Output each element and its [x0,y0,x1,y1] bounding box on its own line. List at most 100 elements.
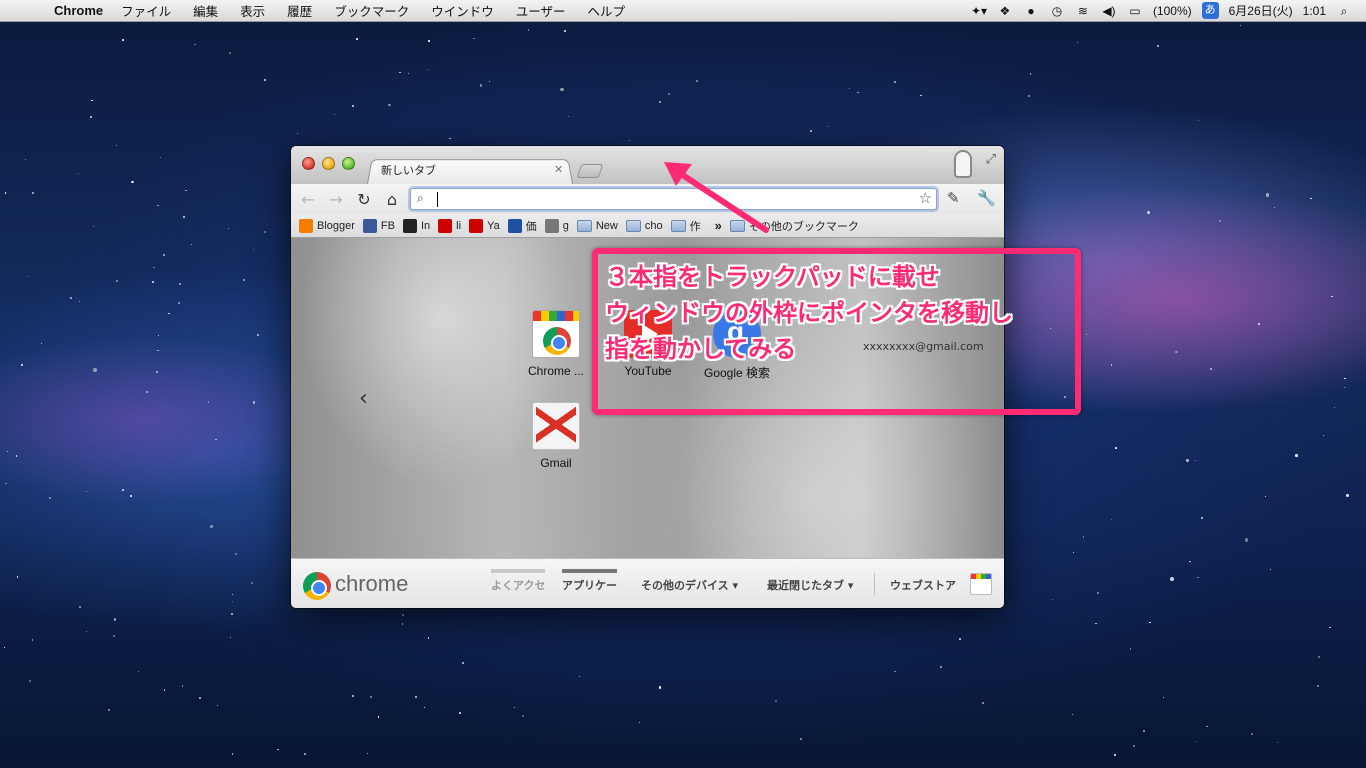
wrench-menu-icon[interactable]: 🔧 [977,189,996,207]
evernote-icon[interactable]: ● [1023,4,1039,18]
star [402,613,405,616]
kakaku-icon [507,218,522,233]
star [113,618,116,621]
fullscreen-icon[interactable]: ⤢ [986,152,996,167]
star [234,553,237,556]
star [695,80,698,82]
close-window-button[interactable] [302,157,315,170]
footer-tab-most-visited[interactable]: よくアクセ [491,569,546,593]
star [77,172,80,174]
menu-edit[interactable]: 編集 [193,1,218,20]
star [179,283,182,286]
star [1346,494,1350,498]
menu-help[interactable]: ヘルプ [587,1,625,20]
star [894,80,897,83]
previous-page-arrow-icon[interactable]: ‹ [359,386,368,411]
app-chrome-web-store[interactable]: Chrome ... [511,310,601,378]
dropbox-icon[interactable]: ❖ [997,4,1013,18]
star [4,192,7,194]
menu-history[interactable]: 履歴 [287,1,312,20]
bookmark-item[interactable]: Ya [469,218,500,233]
bookmark-star-icon[interactable]: ☆ [919,189,932,207]
footer-divider [874,573,875,595]
battery-icon[interactable]: ▭ [1127,4,1143,18]
star [1157,45,1160,48]
star [137,670,139,672]
star [157,349,159,352]
globe-icon [544,218,559,233]
tools-status-icon[interactable]: ✦▾ [971,4,987,18]
back-button[interactable]: ← [297,190,319,209]
menu-window[interactable]: ウインドウ [431,1,494,20]
bookmark-item[interactable]: Blogger [299,218,355,233]
star [848,87,850,89]
bookmark-item[interactable]: 価 [507,218,537,234]
zoom-window-button[interactable] [342,157,355,170]
star [638,721,641,724]
ntp-footer: chrome よくアクセ アプリケー その他のデバイス ▾ 最近閉じたタブ ▾ … [291,558,1004,608]
volume-icon[interactable]: ◀) [1101,4,1117,18]
search-icon: ⌕ [417,191,424,205]
star [459,712,462,715]
app-label: Chrome ... [527,364,584,378]
footer-web-store-link[interactable]: ウェブストア [890,577,956,593]
star [1170,577,1174,581]
battery-percent[interactable]: (100%) [1153,4,1192,18]
home-button[interactable]: ⌂ [381,190,403,209]
menu-file[interactable]: ファイル [121,1,171,20]
star [473,37,476,40]
star [26,275,28,277]
input-method-icon[interactable]: あ [1201,2,1219,19]
star [1095,623,1097,625]
star [231,613,234,615]
menu-view[interactable]: 表示 [240,1,265,20]
star [1239,24,1242,26]
clock-time[interactable]: 1:01 [1303,4,1326,18]
star [251,582,254,585]
menu-user[interactable]: ユーザー [516,1,566,20]
minimize-window-button[interactable] [322,157,335,170]
star [31,191,34,194]
wifi-icon[interactable]: ≋ [1075,4,1091,18]
tab-close-icon[interactable]: ✕ [554,163,563,176]
app-gmail[interactable]: Gmail [511,402,601,470]
star [1316,685,1319,688]
reload-button[interactable]: ↻ [353,190,375,209]
star [263,78,266,81]
star [91,99,93,102]
bookmark-item[interactable]: li [438,218,461,233]
star [183,216,186,218]
extension-icon[interactable]: ✎ [947,189,960,207]
annotation-arrow [664,162,769,233]
bookmark-item[interactable]: In [402,218,430,233]
star [1082,536,1085,539]
star [1114,754,1116,756]
star [352,695,354,697]
footer-tab-apps[interactable]: アプリケー [562,569,617,593]
web-store-icon[interactable] [970,573,992,595]
clock-date[interactable]: 6月26日(火) [1229,2,1293,19]
bookmark-label: 価 [525,220,537,233]
star [21,364,24,367]
spotlight-search-icon[interactable]: ⌕ [1336,4,1352,18]
star [1162,696,1164,698]
footer-recently-closed[interactable]: 最近閉じたタブ ▾ [767,577,853,593]
star [401,623,404,626]
star [427,637,430,639]
star [1343,387,1345,389]
bookmark-item[interactable]: FB [362,218,395,233]
bookmark-item[interactable]: g [544,218,569,233]
forward-button[interactable]: → [325,190,347,209]
star [1218,219,1221,222]
bookmark-item[interactable]: New [576,219,618,232]
star [1269,568,1272,571]
new-tab-button[interactable] [576,164,604,178]
profile-avatar-icon[interactable] [954,150,972,178]
footer-other-devices[interactable]: その他のデバイス ▾ [641,577,738,593]
time-machine-icon[interactable]: ◷ [1049,4,1065,18]
star [982,701,985,704]
menu-bookmarks[interactable]: ブックマーク [334,1,409,20]
app-menu[interactable]: Chrome [54,3,103,18]
star [130,495,133,498]
star [1265,193,1270,197]
